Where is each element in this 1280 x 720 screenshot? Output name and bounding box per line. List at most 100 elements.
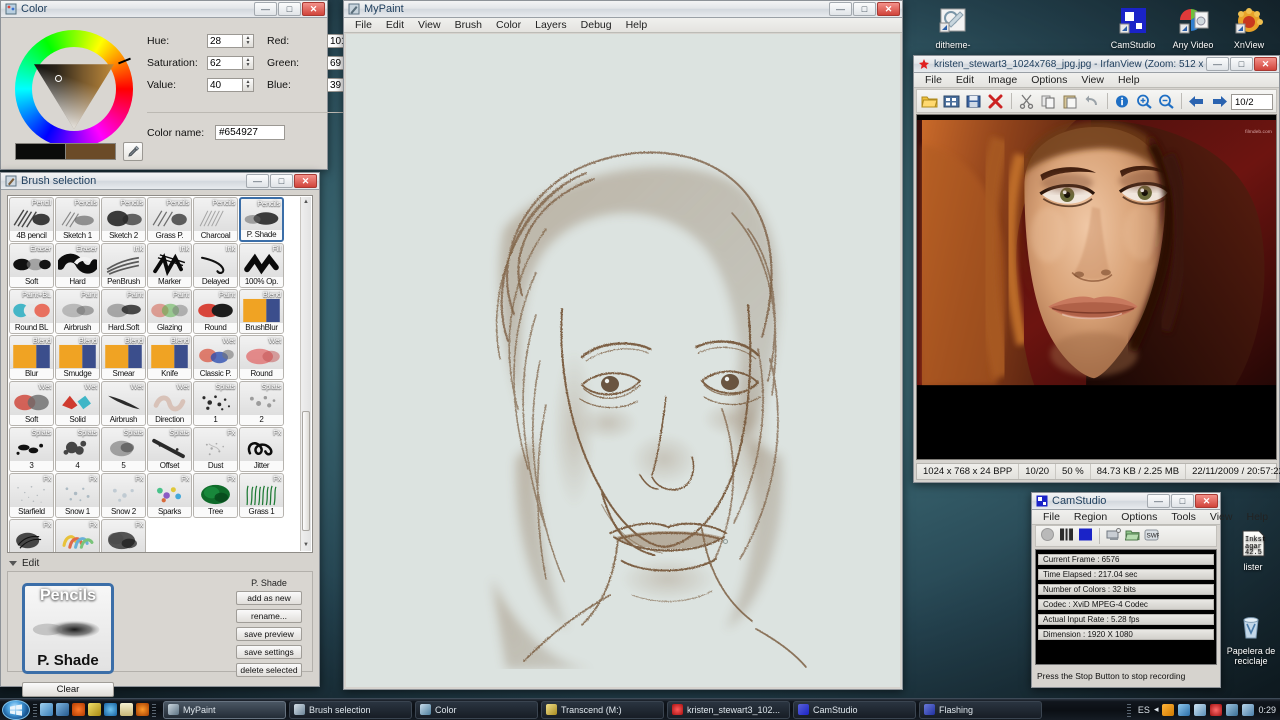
irfanview-menu-options[interactable]: Options bbox=[1024, 73, 1074, 88]
cut-icon[interactable] bbox=[1017, 91, 1036, 111]
mypaint-menu-debug[interactable]: Debug bbox=[574, 18, 619, 33]
camstudio-menu-region[interactable]: Region bbox=[1067, 510, 1114, 525]
brush-item[interactable]: Paint Airbrush bbox=[55, 289, 100, 334]
minimize-button[interactable]: — bbox=[246, 174, 269, 188]
next-arrow-icon[interactable] bbox=[1210, 91, 1229, 111]
zoom-out-icon[interactable] bbox=[1157, 91, 1176, 111]
mypaint-menu-help[interactable]: Help bbox=[619, 18, 655, 33]
info-icon[interactable] bbox=[1113, 91, 1132, 111]
swf-icon[interactable]: SWF bbox=[1144, 528, 1161, 545]
delete-selected-button[interactable]: delete selected bbox=[236, 663, 302, 677]
brush-item[interactable]: Fx Starfield bbox=[9, 473, 54, 518]
paint-icon[interactable] bbox=[88, 703, 101, 716]
brush-item[interactable]: Fx Jitter bbox=[239, 427, 284, 472]
minimize-button[interactable]: — bbox=[1206, 57, 1229, 71]
brush-item[interactable]: Fx Snow 1 bbox=[55, 473, 100, 518]
previous-color-swatch[interactable] bbox=[15, 143, 66, 160]
minimize-button[interactable]: — bbox=[1147, 494, 1170, 508]
current-color-swatch[interactable] bbox=[66, 143, 116, 160]
triangle-selector-dot[interactable] bbox=[55, 75, 62, 82]
brush-item[interactable]: Eraser Hard bbox=[55, 243, 100, 288]
minimize-button[interactable]: — bbox=[829, 2, 852, 16]
brush-item[interactable]: Splats 1 bbox=[193, 381, 238, 426]
brush-item[interactable]: Pencils Grass P. bbox=[147, 197, 192, 242]
brush-item[interactable]: Splats Offset bbox=[147, 427, 192, 472]
scrollbar-thumb[interactable] bbox=[302, 411, 310, 531]
network-icon[interactable] bbox=[1178, 703, 1191, 716]
eyedropper-icon[interactable] bbox=[123, 142, 143, 161]
start-button[interactable] bbox=[2, 699, 30, 720]
brush-item[interactable]: Blend Blur bbox=[9, 335, 54, 380]
page-counter-box[interactable]: 10/2 bbox=[1231, 94, 1273, 110]
irfanview-menubar[interactable]: File Edit Image Options View Help bbox=[914, 73, 1279, 88]
desktop-icon-recycle-bin[interactable]: Papelera de reciclaje bbox=[1217, 612, 1280, 666]
antivirus-icon[interactable] bbox=[1210, 703, 1223, 716]
irfanview-menu-help[interactable]: Help bbox=[1111, 73, 1147, 88]
mypaint-window-buttons[interactable]: — □ ✕ bbox=[829, 2, 900, 16]
ie-icon[interactable] bbox=[104, 703, 117, 716]
brush-item[interactable]: Ink Marker bbox=[147, 243, 192, 288]
quicklaunch-grip[interactable] bbox=[33, 702, 37, 717]
monitor-icon[interactable] bbox=[1226, 703, 1239, 716]
camstudio-window-buttons[interactable]: — □ ✕ bbox=[1147, 494, 1218, 508]
brush-item[interactable]: Fx Dust bbox=[193, 427, 238, 472]
brush-item[interactable]: Splats 2 bbox=[239, 381, 284, 426]
brush-item[interactable]: Pencils Charcoal bbox=[193, 197, 238, 242]
desktop-icon-ditheme[interactable]: ditheme- bbox=[922, 6, 984, 50]
screen-icon[interactable] bbox=[1106, 527, 1121, 545]
value-spinner[interactable]: ▲▼ bbox=[207, 78, 254, 92]
language-indicator[interactable]: ES bbox=[1138, 705, 1150, 715]
stop-icon[interactable] bbox=[1078, 527, 1093, 545]
saturation-spinner[interactable]: ▲▼ bbox=[207, 56, 254, 70]
paste-icon[interactable] bbox=[1061, 91, 1080, 111]
record-icon[interactable] bbox=[1040, 527, 1055, 545]
irfanview-window-buttons[interactable]: — □ ✕ bbox=[1206, 57, 1277, 71]
quick-launch-bar[interactable] bbox=[40, 703, 149, 716]
media-icon[interactable] bbox=[1162, 703, 1175, 716]
close-button[interactable]: ✕ bbox=[877, 2, 900, 16]
brush-item[interactable]: Ink Delayed bbox=[193, 243, 238, 288]
hue-stepper[interactable]: ▲ ▼ bbox=[243, 34, 254, 48]
irfanview-menu-view[interactable]: View bbox=[1074, 73, 1111, 88]
hue-input[interactable] bbox=[207, 34, 243, 48]
brush-item[interactable]: Pencils Sketch 2 bbox=[101, 197, 146, 242]
camstudio-titlebar[interactable]: CamStudio — □ ✕ bbox=[1032, 493, 1220, 510]
mypaint-menu-edit[interactable]: Edit bbox=[379, 18, 411, 33]
brush-item[interactable]: Fill 100% Op. bbox=[239, 243, 284, 288]
color-window-titlebar[interactable]: Color — □ ✕ bbox=[1, 1, 327, 18]
brush-item[interactable]: Splats 5 bbox=[101, 427, 146, 472]
taskbar-task[interactable]: Brush selection bbox=[289, 700, 412, 719]
desktop-icon-lister[interactable]: Inkst agar 42.5 lister bbox=[1222, 528, 1280, 572]
irfanview-window[interactable]: kristen_stewart3_1024x768_jpg.jpg - Irfa… bbox=[913, 55, 1280, 483]
notes-icon[interactable] bbox=[120, 703, 133, 716]
close-button[interactable]: ✕ bbox=[302, 2, 325, 16]
pause-icon[interactable] bbox=[1059, 527, 1074, 545]
color-swatches[interactable] bbox=[15, 142, 143, 161]
brush-item[interactable]: Eraser Soft bbox=[9, 243, 54, 288]
show-desktop-icon[interactable] bbox=[40, 703, 53, 716]
save-icon[interactable] bbox=[964, 91, 983, 111]
camstudio-menu-options[interactable]: Options bbox=[1114, 510, 1164, 525]
mypaint-menu-layers[interactable]: Layers bbox=[528, 18, 574, 33]
undo-icon[interactable] bbox=[1083, 91, 1102, 111]
camstudio-menu-file[interactable]: File bbox=[1036, 510, 1067, 525]
system-tray[interactable]: ES ◂ 0:29 bbox=[1124, 702, 1276, 717]
mypaint-canvas-area[interactable] bbox=[346, 34, 900, 687]
taskbar-task[interactable]: kristen_stewart3_102... bbox=[667, 700, 790, 719]
tray-expand-chevron-icon[interactable]: ◂ bbox=[1154, 704, 1159, 715]
save-settings-button[interactable]: save settings bbox=[236, 645, 302, 659]
taskbar-task[interactable]: CamStudio bbox=[793, 700, 916, 719]
thumbnails-icon[interactable] bbox=[942, 91, 961, 111]
previous-arrow-icon[interactable] bbox=[1187, 91, 1206, 111]
camstudio-menu-help[interactable]: Help bbox=[1239, 510, 1275, 525]
mypaint-window[interactable]: MyPaint — □ ✕ File Edit View Brush Color Laye… bbox=[343, 0, 903, 690]
camstudio-menu-view[interactable]: View bbox=[1203, 510, 1240, 525]
value-input[interactable] bbox=[207, 78, 243, 92]
edit-expander[interactable]: Edit bbox=[9, 558, 39, 569]
save-preview-button[interactable]: save preview bbox=[236, 627, 302, 641]
brush-grid[interactable]: Pencil 4B pencil Pencils Sketch 1 Pencils Ske… bbox=[9, 197, 284, 552]
window-switch-icon[interactable] bbox=[56, 703, 69, 716]
scroll-down-arrow[interactable]: ▼ bbox=[301, 540, 311, 551]
brush-item[interactable]: Blend BrushBlur bbox=[239, 289, 284, 334]
value-stepper[interactable]: ▲ ▼ bbox=[243, 78, 254, 92]
